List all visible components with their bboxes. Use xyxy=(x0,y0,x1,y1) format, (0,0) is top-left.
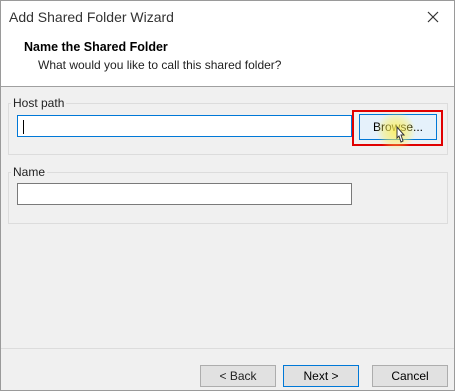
host-path-label: Host path xyxy=(11,96,67,110)
back-button[interactable]: < Back xyxy=(200,365,276,387)
page-title: Name the Shared Folder xyxy=(24,40,168,54)
close-icon xyxy=(427,11,439,23)
close-button[interactable] xyxy=(418,4,448,30)
name-label: Name xyxy=(11,165,48,179)
wizard-footer: < Back Next > Cancel xyxy=(1,348,454,390)
title-bar: Add Shared Folder Wizard xyxy=(1,1,454,32)
host-path-input[interactable] xyxy=(17,115,352,137)
name-input[interactable] xyxy=(17,183,352,205)
cancel-button[interactable]: Cancel xyxy=(372,365,448,387)
name-group: Name xyxy=(8,165,448,224)
wizard-window: Add Shared Folder Wizard Name the Shared… xyxy=(0,0,455,391)
text-caret xyxy=(23,120,24,134)
browse-button[interactable]: Browse... xyxy=(359,114,437,140)
wizard-header: Name the Shared Folder What would you li… xyxy=(1,32,454,87)
window-title: Add Shared Folder Wizard xyxy=(9,9,174,25)
page-subtitle: What would you like to call this shared … xyxy=(38,58,282,72)
next-button[interactable]: Next > xyxy=(283,365,359,387)
